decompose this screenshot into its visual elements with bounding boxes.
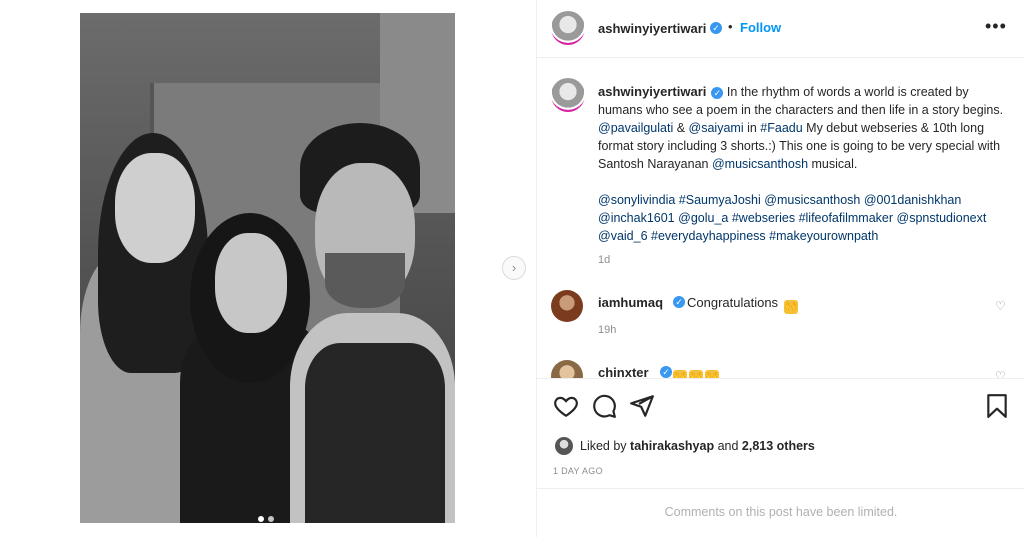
raised-hands-emoji-icon: 🙌 [689,370,703,378]
caption-username[interactable]: ashwinyiyertiwari [598,84,706,99]
raised-hands-emoji-icon: 🙌 [673,370,687,378]
caption-tag[interactable]: #webseries [732,211,795,225]
caption-mention-1[interactable]: @pavailgulati [598,121,673,135]
caption-tag[interactable]: @vaid_6 [598,229,648,243]
comment-row: iamhumaq ✓ Congratulations 🙌 19h ♡ [537,290,1024,350]
caption-tag[interactable]: @sonylivindia [598,193,675,207]
caption-tag[interactable]: #everydayhappiness [651,229,766,243]
commenter-avatar[interactable] [551,290,583,322]
heart-icon[interactable] [553,393,579,419]
person-3-shirt [305,343,445,523]
media-pane: › [0,0,536,537]
carousel-dot-2[interactable] [268,516,274,522]
more-options-icon[interactable]: ••• [985,16,1007,37]
next-image-button[interactable]: › [502,256,526,280]
comment-username[interactable]: chinxter [598,365,649,378]
likes-prefix: Liked by [580,439,631,453]
caption-mention-2[interactable]: @saiyami [689,121,744,135]
caption-tag[interactable]: @golu_a [678,211,728,225]
send-icon[interactable] [629,393,655,419]
caption-tags: @sonylivindia #SaumyaJoshi @musicsanthos… [598,191,1008,245]
person-2-face [215,233,287,333]
caption-mention-3[interactable]: @musicsanthosh [712,157,808,171]
caption-tag[interactable]: #makeyourownpath [769,229,878,243]
raised-hands-emoji-icon: 🙌 [783,300,798,314]
likes-count[interactable]: 2,813 others [742,439,815,453]
carousel-dot-1[interactable] [258,516,264,522]
comments-limited-notice: Comments on this post have been limited. [537,488,1024,537]
likes-middle: and [714,439,742,453]
liker-username[interactable]: tahirakashyap [630,439,714,453]
author-avatar[interactable] [551,11,585,45]
caption-tag[interactable]: @001danishkhan [864,193,962,207]
caption-tag[interactable]: #lifeofafilmmaker [799,211,893,225]
comment-text: 🙌 🙌 🙌 [671,365,719,378]
post-header: ashwinyiyertiwari ✓ • Follow ••• [537,0,1024,58]
comment-row: chinxter ✓ 🙌 🙌 🙌 ♡ [537,360,1024,378]
comment-text: Congratulations 🙌 [687,295,798,314]
caption-tag[interactable]: #SaumyaJoshi [679,193,761,207]
liker-avatar[interactable] [555,437,573,455]
caption-tag[interactable]: @inchak1601 [598,211,675,225]
caption-author-avatar[interactable] [551,78,585,112]
person-3-beard [325,253,405,308]
header-separator: • [728,19,733,34]
caption-tag[interactable]: @spnstudionext [897,211,987,225]
likes-text: Liked by tahirakashyap and 2,813 others [580,439,815,453]
post-caption: ashwinyiyertiwari ✓ In the rhythm of word… [598,83,1008,245]
caption-tag[interactable]: @musicsanthosh [764,193,860,207]
caption-timestamp[interactable]: 1d [598,254,610,266]
carousel-dots [258,516,274,522]
comment-verified-badge-icon: ✓ [673,296,685,308]
bookmark-icon[interactable] [984,393,1010,419]
caption-hashtag-1[interactable]: #Faadu [760,121,802,135]
post-details-pane: ashwinyiyertiwari ✓ • Follow ••• ashwiny… [536,0,1024,537]
post-actions-bar [537,378,1024,438]
caption-verified-badge-icon: ✓ [711,86,724,99]
post-photo[interactable] [80,13,455,523]
raised-hands-emoji-icon: 🙌 [705,370,719,378]
verified-badge-icon: ✓ [710,22,722,34]
comment-timestamp[interactable]: 19h [598,324,616,336]
likes-summary: Liked by tahirakashyap and 2,813 others [537,436,1024,458]
comment-icon[interactable] [591,393,617,419]
comment-body: Congratulations [687,295,779,310]
person-1-face [115,153,195,263]
caption-text-3: musical. [808,157,858,171]
caption-in: in [743,121,761,135]
comment-like-heart-icon[interactable]: ♡ [995,299,1006,313]
commenter-avatar[interactable] [551,360,583,378]
post-timestamp[interactable]: 1 DAY AGO [553,466,603,476]
comments-scroll-area[interactable]: ashwinyiyertiwari ✓ In the rhythm of word… [537,58,1024,378]
follow-button[interactable]: Follow [740,20,781,35]
comment-like-heart-icon[interactable]: ♡ [995,369,1006,378]
author-username[interactable]: ashwinyiyertiwari [598,21,706,36]
caption-amp: & [673,121,689,135]
comment-username[interactable]: iamhumaq [598,295,663,310]
